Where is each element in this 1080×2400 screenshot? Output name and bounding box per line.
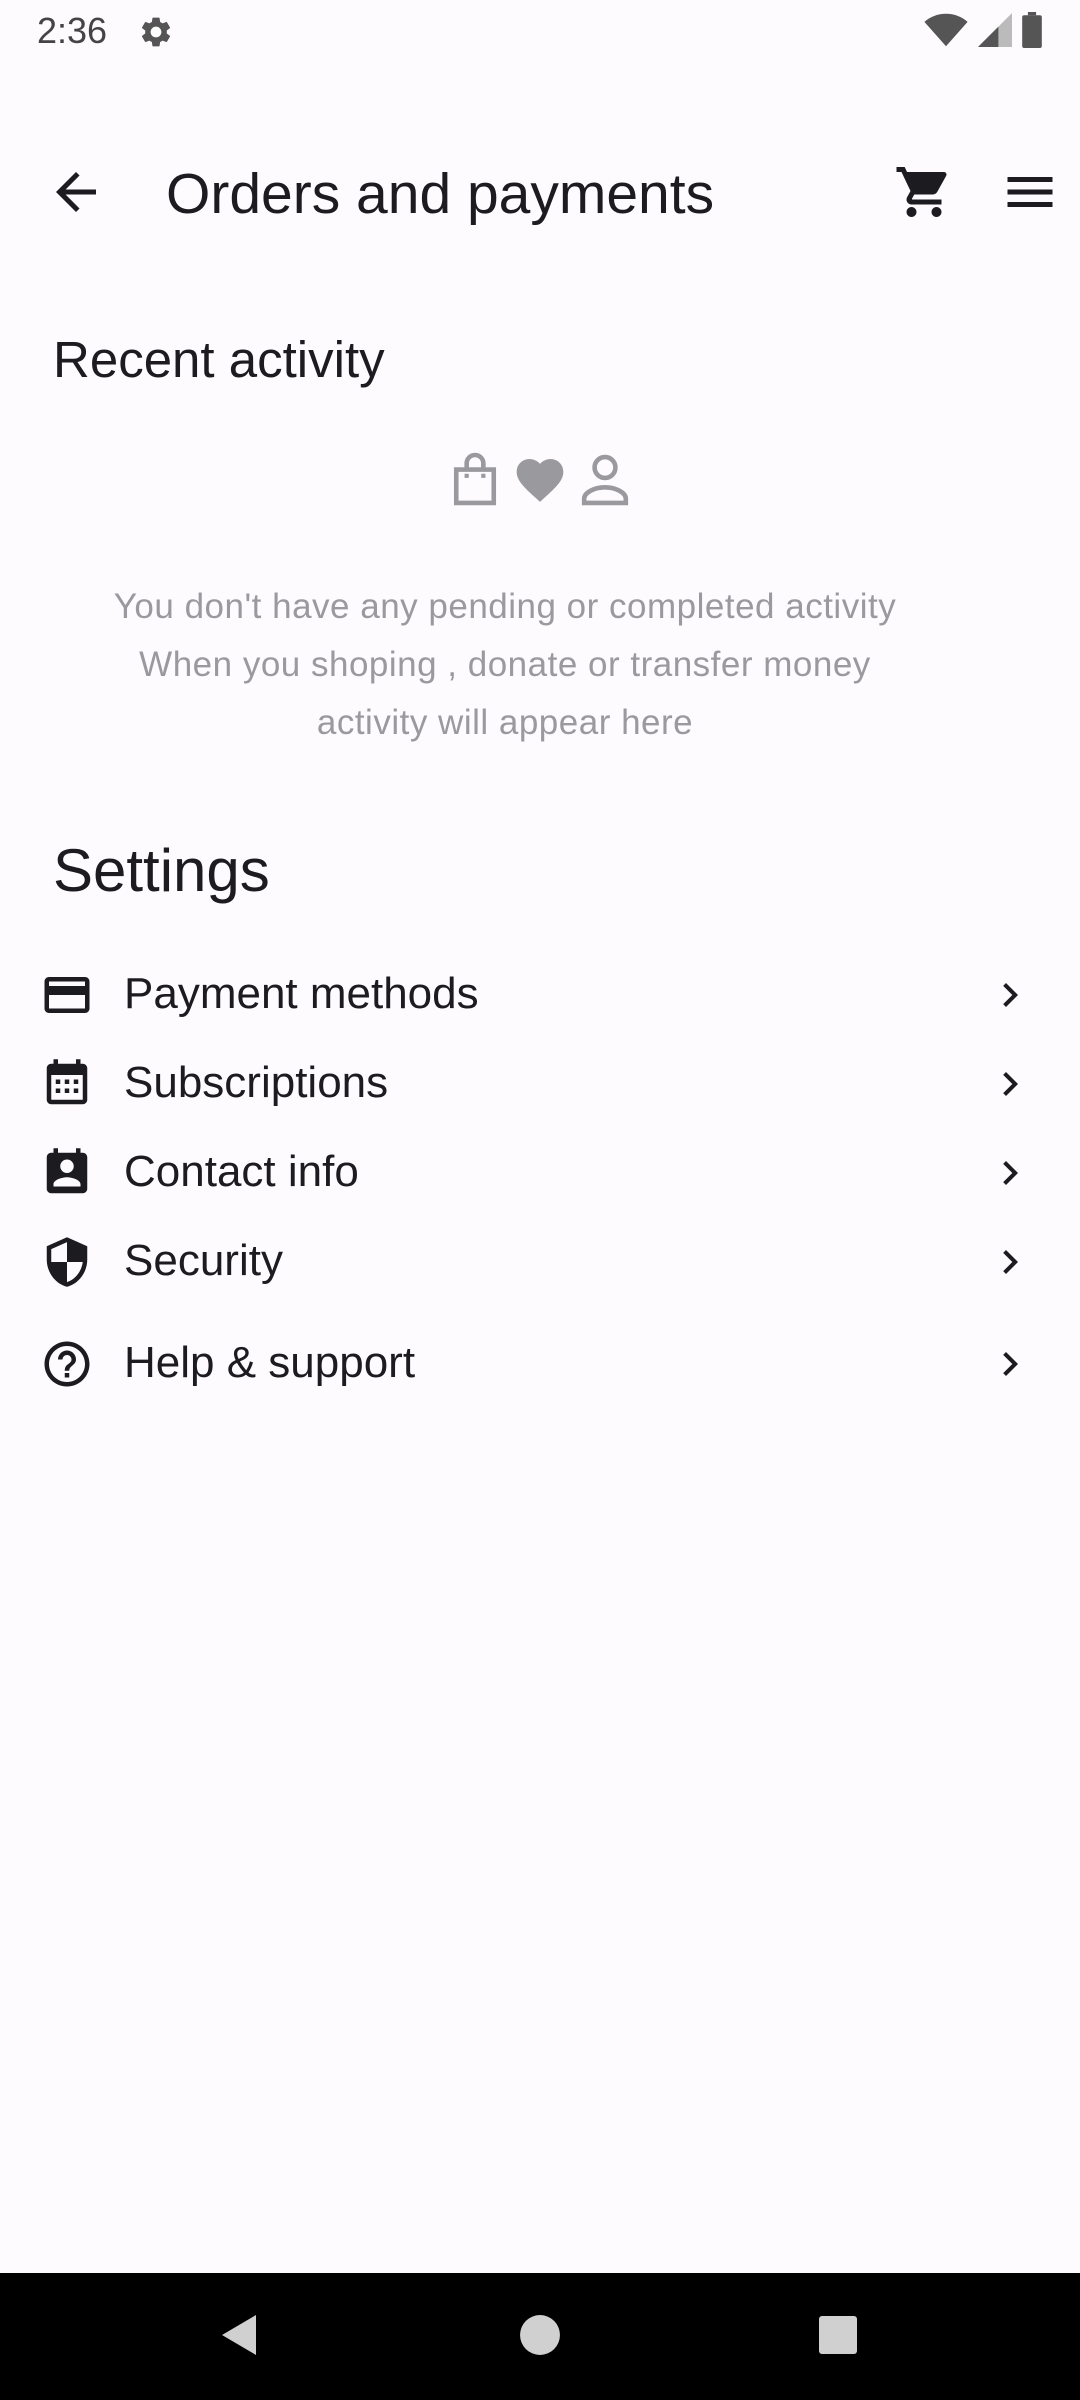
screen: 2:36 Orders and payments Recent activity… <box>0 0 1080 2400</box>
wifi-icon <box>924 12 968 53</box>
settings-item-label: Security <box>124 1236 283 1285</box>
empty-message-line: activity will appear here <box>316 703 694 742</box>
empty-activity-message: You don't have any pending or completed … <box>40 578 970 752</box>
empty-activity-icons <box>450 452 630 512</box>
chevron-right-icon <box>985 970 1035 1020</box>
settings-item-payment-methods[interactable]: Payment methods <box>0 950 1080 1038</box>
chevron-right-icon <box>985 1339 1035 1389</box>
person-icon <box>580 452 630 513</box>
nav-recents-button[interactable] <box>800 2299 876 2375</box>
app-bar: Orders and payments <box>0 128 1080 260</box>
settings-item-label: Contact info <box>124 1147 359 1196</box>
chevron-right-icon <box>985 1059 1035 1109</box>
settings-item-contact-info[interactable]: Contact info <box>0 1128 1080 1216</box>
credit-card-icon <box>40 968 94 1022</box>
status-time: 2:36 <box>37 10 108 51</box>
shield-icon <box>40 1235 94 1289</box>
empty-message-line: You don't have any pending or completed … <box>113 587 897 626</box>
nav-recents-icon <box>818 2315 858 2360</box>
recent-activity-title: Recent activity <box>53 331 385 388</box>
calendar-icon <box>40 1057 94 1111</box>
menu-button[interactable] <box>994 158 1066 230</box>
settings-title: Settings <box>53 837 270 904</box>
empty-message-line: When you shoping , donate or transfer mo… <box>139 645 871 684</box>
system-nav-bar <box>0 2273 1080 2400</box>
nav-back-icon <box>216 2311 260 2364</box>
settings-item-label: Payment methods <box>124 969 479 1018</box>
nav-home-button[interactable] <box>502 2299 578 2375</box>
settings-icon <box>138 14 174 50</box>
status-bar: 2:36 <box>0 0 1080 64</box>
chevron-right-icon <box>985 1148 1035 1198</box>
shopping-cart-icon <box>894 162 954 227</box>
signal-icon <box>978 12 1012 53</box>
settings-item-security[interactable]: Security <box>0 1217 1080 1305</box>
battery-icon <box>1022 11 1042 53</box>
cart-button[interactable] <box>888 158 960 230</box>
heart-icon <box>512 452 568 513</box>
settings-item-label: Subscriptions <box>124 1058 389 1107</box>
settings-item-help-support[interactable]: Help & support <box>0 1319 1080 1407</box>
contact-card-icon <box>40 1146 94 1200</box>
help-circle-icon <box>40 1337 94 1391</box>
page-title: Orders and payments <box>166 162 715 226</box>
settings-item-label: Help & support <box>124 1338 416 1387</box>
menu-icon <box>1000 162 1060 227</box>
chevron-right-icon <box>985 1237 1035 1287</box>
status-indicators <box>924 11 1042 53</box>
back-button[interactable] <box>40 158 112 230</box>
settings-item-subscriptions[interactable]: Subscriptions <box>0 1039 1080 1127</box>
nav-home-icon <box>519 2314 561 2361</box>
nav-back-button[interactable] <box>200 2299 276 2375</box>
shopping-bag-icon <box>450 452 500 513</box>
arrow-back-icon <box>46 162 106 227</box>
